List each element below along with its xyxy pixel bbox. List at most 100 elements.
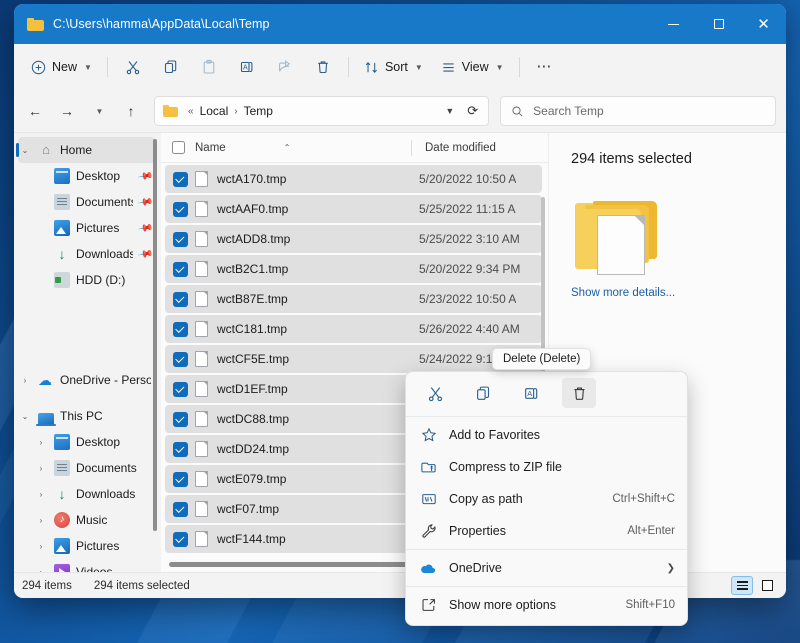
sidebar-item-pictures[interactable]: Pictures 📌: [18, 215, 155, 241]
column-header-name[interactable]: Name ⌃: [195, 142, 411, 154]
table-row[interactable]: wctCF5E.tmp 5/24/2022 9:1: [165, 345, 542, 373]
maximize-button[interactable]: [696, 4, 741, 44]
delete-button[interactable]: [304, 51, 342, 83]
context-rename-button[interactable]: A: [514, 378, 548, 408]
sidebar-item-pc-downloads[interactable]: › Downloads: [18, 481, 155, 507]
context-delete-button[interactable]: [562, 378, 596, 408]
copy-button[interactable]: [152, 51, 190, 83]
row-checkbox[interactable]: [165, 262, 195, 277]
pictures-icon: [54, 220, 70, 236]
pin-icon[interactable]: 📌: [137, 220, 154, 236]
row-checkbox[interactable]: [165, 232, 195, 247]
sidebar-item-pc-pictures[interactable]: › Pictures: [18, 533, 155, 559]
rename-button[interactable]: A: [228, 51, 266, 83]
row-checkbox[interactable]: [165, 352, 195, 367]
breadcrumb-overflow[interactable]: «: [188, 106, 194, 117]
forward-button[interactable]: →: [52, 96, 82, 126]
sidebar-item-onedrive[interactable]: › OneDrive - Perso: [18, 367, 155, 393]
sidebar-item-documents[interactable]: Documents 📌: [18, 189, 155, 215]
row-checkbox[interactable]: [165, 532, 195, 547]
menu-item-properties[interactable]: Properties Alt+Enter: [406, 515, 687, 547]
sidebar-item-pc-desktop[interactable]: › Desktop: [18, 429, 155, 455]
view-button[interactable]: View ▼: [432, 51, 513, 83]
table-row[interactable]: wctA170.tmp 5/20/2022 10:50 A: [165, 165, 542, 193]
twisty-icon[interactable]: ›: [18, 376, 32, 385]
menu-item-copy-as-path[interactable]: Copy as path Ctrl+Shift+C: [406, 483, 687, 515]
breadcrumb-item-temp[interactable]: Temp: [240, 102, 277, 120]
new-button[interactable]: New ▼: [22, 51, 101, 83]
sidebar-item-this-pc[interactable]: ⌄ This PC: [18, 403, 155, 429]
file-name: wctB87E.tmp: [217, 292, 419, 306]
table-row[interactable]: wctB87E.tmp 5/23/2022 10:50 A: [165, 285, 542, 313]
pin-icon[interactable]: 📌: [137, 246, 154, 262]
twisty-icon[interactable]: ⌄: [18, 146, 32, 155]
pin-icon[interactable]: 📌: [137, 168, 154, 184]
menu-item-onedrive[interactable]: OneDrive ❯: [406, 552, 687, 584]
twisty-icon[interactable]: ›: [34, 542, 48, 551]
row-checkbox[interactable]: [165, 412, 195, 427]
close-button[interactable]: ✕: [741, 4, 786, 44]
context-cut-button[interactable]: [418, 378, 452, 408]
table-row[interactable]: wctB2C1.tmp 5/20/2022 9:34 PM: [165, 255, 542, 283]
column-header-name-label: Name: [195, 142, 226, 154]
breadcrumb-item-local[interactable]: Local: [196, 102, 233, 120]
file-icon: [195, 201, 208, 217]
table-row[interactable]: wctAAF0.tmp 5/25/2022 11:15 A: [165, 195, 542, 223]
column-header-date-modified[interactable]: Date modified: [412, 142, 496, 154]
twisty-icon[interactable]: ›: [34, 438, 48, 447]
sidebar-item-pc-documents[interactable]: › Documents: [18, 455, 155, 481]
sidebar-item-pc-music[interactable]: › Music: [18, 507, 155, 533]
refresh-icon[interactable]: ⟳: [461, 103, 484, 119]
sidebar-item-hdd-d[interactable]: HDD (D:): [18, 267, 155, 293]
breadcrumb[interactable]: « Local › Temp ▼ ⟳: [154, 96, 489, 126]
sidebar-item-home[interactable]: ⌄ ⌂ Home: [18, 137, 155, 163]
large-icons-view-button[interactable]: [756, 576, 778, 595]
table-row[interactable]: wctC181.tmp 5/26/2022 4:40 AM: [165, 315, 542, 343]
search-input[interactable]: Search Temp: [533, 104, 603, 118]
twisty-icon[interactable]: ›: [34, 568, 48, 573]
recent-locations-button[interactable]: ▼: [84, 96, 114, 126]
row-checkbox[interactable]: [165, 472, 195, 487]
sidebar-scrollbar[interactable]: [153, 139, 157, 531]
checkbox-checked-icon: [173, 532, 188, 547]
paste-button[interactable]: [190, 51, 228, 83]
row-checkbox[interactable]: [165, 382, 195, 397]
row-checkbox[interactable]: [165, 442, 195, 457]
sidebar-item-pc-videos[interactable]: › Videos: [18, 559, 155, 572]
context-menu-divider-2: [406, 549, 687, 550]
twisty-icon[interactable]: ›: [34, 490, 48, 499]
row-checkbox[interactable]: [165, 502, 195, 517]
cut-button[interactable]: [114, 51, 152, 83]
twisty-icon[interactable]: ›: [34, 516, 48, 525]
minimize-button[interactable]: [651, 4, 696, 44]
show-more-details-link[interactable]: Show more details...: [571, 287, 786, 299]
sidebar-item-downloads[interactable]: Downloads 📌: [18, 241, 155, 267]
sidebar-item-label: Desktop: [76, 169, 120, 183]
plus-circle-icon: [31, 60, 46, 75]
select-all-checkbox[interactable]: [161, 141, 195, 154]
table-row[interactable]: wctADD8.tmp 5/25/2022 3:10 AM: [165, 225, 542, 253]
search-box[interactable]: Search Temp: [500, 96, 776, 126]
twisty-icon[interactable]: ›: [34, 464, 48, 473]
row-checkbox[interactable]: [165, 172, 195, 187]
see-more-button[interactable]: ⋯: [526, 51, 564, 83]
back-button[interactable]: ←: [20, 96, 50, 126]
twisty-icon[interactable]: ⌄: [18, 412, 32, 421]
row-checkbox[interactable]: [165, 292, 195, 307]
context-menu: A Add to Favorites: [405, 371, 688, 626]
context-copy-button[interactable]: [466, 378, 500, 408]
menu-item-add-to-favorites[interactable]: Add to Favorites: [406, 419, 687, 451]
up-button[interactable]: ↑: [116, 96, 146, 126]
pin-icon[interactable]: 📌: [137, 194, 154, 210]
row-checkbox[interactable]: [165, 202, 195, 217]
share-button[interactable]: [266, 51, 304, 83]
sidebar-item-desktop[interactable]: Desktop 📌: [18, 163, 155, 189]
breadcrumb-dropdown-icon[interactable]: ▼: [438, 106, 461, 116]
sort-button[interactable]: Sort ▼: [355, 51, 432, 83]
menu-item-compress-to-zip[interactable]: Compress to ZIP file: [406, 451, 687, 483]
sidebar-item-label: HDD (D:): [76, 273, 125, 287]
details-view-button[interactable]: [731, 576, 753, 595]
file-icon: [195, 441, 208, 457]
menu-item-show-more-options[interactable]: Show more options Shift+F10: [406, 589, 687, 621]
row-checkbox[interactable]: [165, 322, 195, 337]
